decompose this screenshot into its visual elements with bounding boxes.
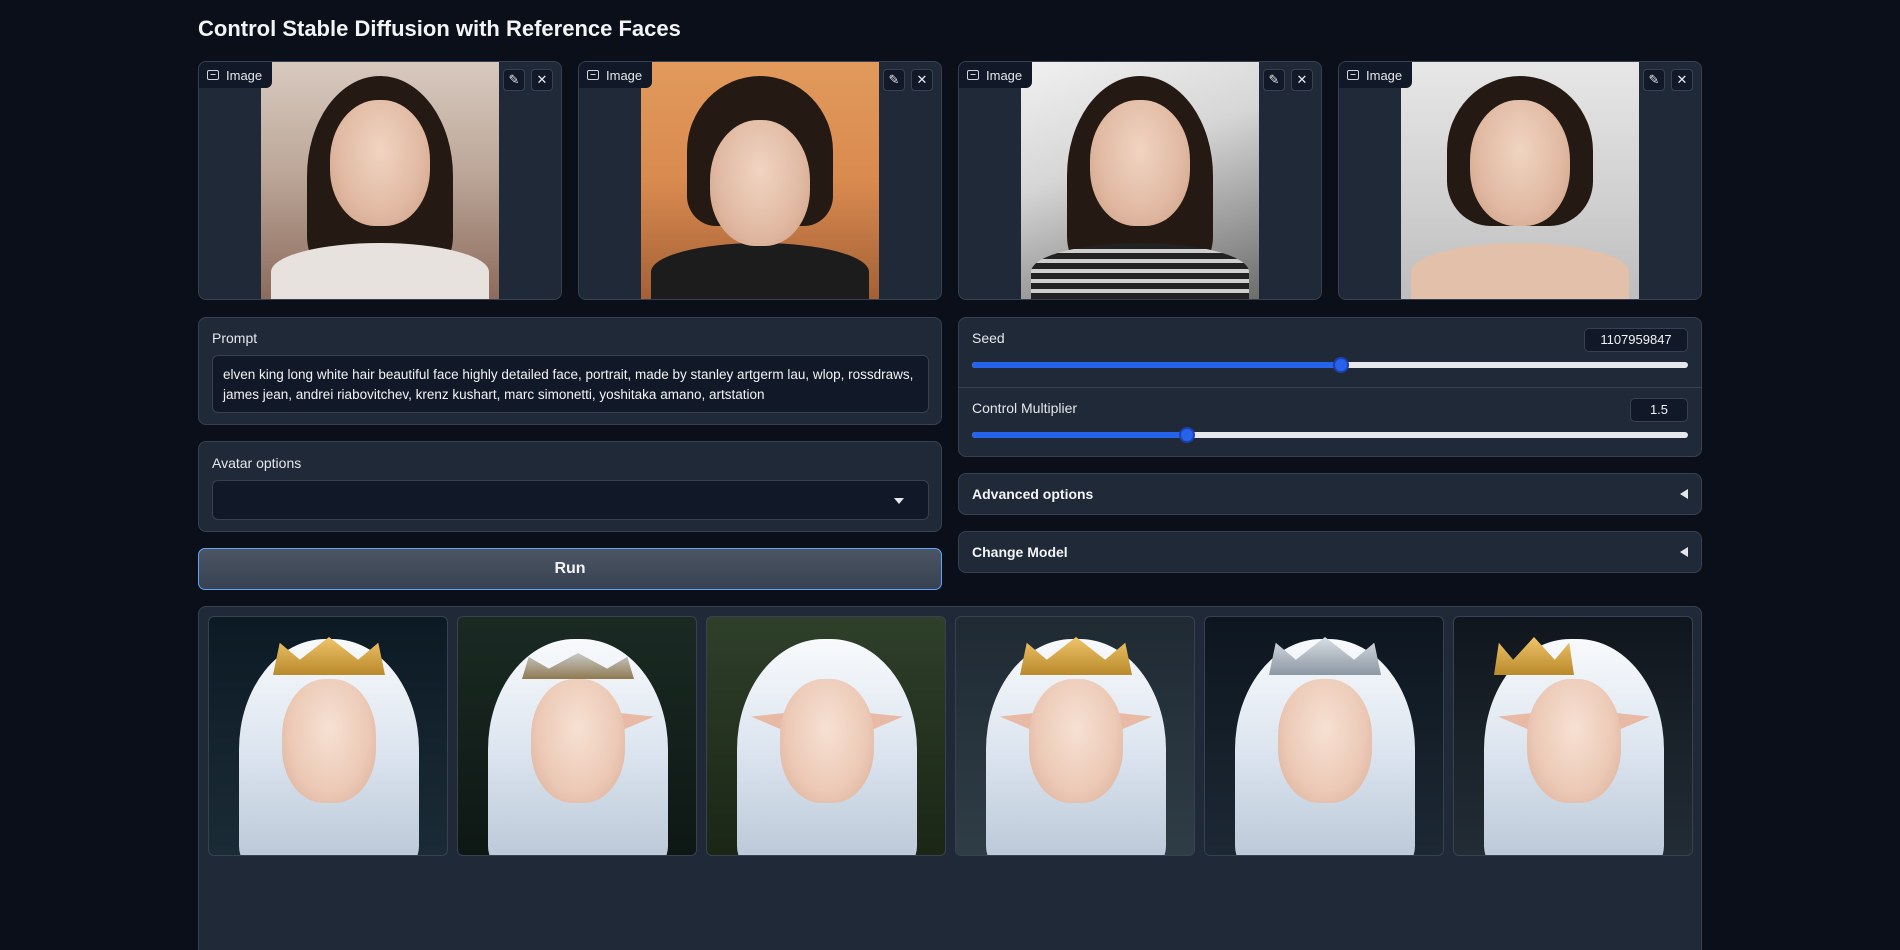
edit-icon[interactable]: ✎ bbox=[1263, 69, 1285, 91]
edit-icon[interactable]: ✎ bbox=[503, 69, 525, 91]
seed-row: Seed 1107959847 bbox=[959, 318, 1701, 388]
image-label: Image bbox=[1339, 62, 1413, 88]
image-tools: ✎ ✕ bbox=[1263, 69, 1313, 91]
crown bbox=[273, 637, 385, 675]
photo-shoulders bbox=[651, 243, 869, 299]
reference-image-2[interactable]: Image ✎ ✕ bbox=[578, 61, 942, 300]
close-icon[interactable]: ✕ bbox=[531, 69, 553, 91]
photo-face bbox=[1470, 100, 1570, 226]
gallery-image-3[interactable] bbox=[706, 616, 946, 856]
image-tools: ✎ ✕ bbox=[883, 69, 933, 91]
advanced-options-accordion[interactable]: Advanced options bbox=[958, 473, 1702, 515]
close-icon[interactable]: ✕ bbox=[1291, 69, 1313, 91]
photo-face bbox=[1090, 100, 1190, 226]
change-model-accordion[interactable]: Change Model bbox=[958, 531, 1702, 573]
photo-face bbox=[330, 100, 430, 226]
change-model-label: Change Model bbox=[972, 544, 1068, 560]
image-label: Image bbox=[199, 62, 273, 88]
image-label-text: Image bbox=[606, 67, 643, 83]
advanced-options-label: Advanced options bbox=[972, 486, 1094, 502]
image-label-text: Image bbox=[986, 67, 1023, 83]
slider-block: Seed 1107959847 Control Multiplier 1.5 bbox=[958, 317, 1702, 457]
output-gallery bbox=[198, 606, 1702, 950]
seed-input[interactable]: 1107959847 bbox=[1584, 328, 1688, 352]
seed-slider-fill bbox=[972, 362, 1342, 368]
image-icon bbox=[1347, 70, 1359, 80]
photo-shoulders bbox=[271, 243, 489, 299]
avatar-options-dropdown[interactable] bbox=[212, 480, 929, 520]
image-label: Image bbox=[959, 62, 1033, 88]
gallery-image-5[interactable] bbox=[1204, 616, 1444, 856]
elf-face bbox=[531, 679, 625, 803]
crown bbox=[1269, 637, 1381, 675]
close-icon[interactable]: ✕ bbox=[1671, 69, 1693, 91]
gallery-image-1[interactable] bbox=[208, 616, 448, 856]
elf-face bbox=[1527, 679, 1621, 803]
reference-photo bbox=[641, 62, 879, 299]
elf-face bbox=[1278, 679, 1372, 803]
run-button[interactable]: Run bbox=[198, 548, 942, 590]
seed-slider-thumb[interactable] bbox=[1333, 357, 1350, 373]
reference-photo bbox=[1021, 62, 1259, 299]
elf-face bbox=[1029, 679, 1123, 803]
prompt-input[interactable]: elven king long white hair beautiful fac… bbox=[212, 355, 929, 413]
gallery-image-4[interactable] bbox=[955, 616, 1195, 856]
control-multiplier-slider-fill bbox=[972, 432, 1187, 438]
reference-image-3[interactable]: Image ✎ ✕ bbox=[958, 61, 1322, 300]
seed-label: Seed bbox=[972, 330, 1005, 346]
image-tools: ✎ ✕ bbox=[1643, 69, 1693, 91]
control-multiplier-row: Control Multiplier 1.5 bbox=[959, 388, 1701, 458]
seed-slider[interactable] bbox=[972, 357, 1688, 373]
avatar-options-block: Avatar options bbox=[198, 441, 942, 532]
image-icon bbox=[967, 70, 979, 80]
avatar-options-label: Avatar options bbox=[212, 455, 302, 471]
crown bbox=[1020, 637, 1132, 675]
image-icon bbox=[587, 70, 599, 80]
control-multiplier-slider[interactable] bbox=[972, 427, 1688, 443]
control-multiplier-input[interactable]: 1.5 bbox=[1630, 398, 1688, 422]
gallery-image-2[interactable] bbox=[457, 616, 697, 856]
control-multiplier-label: Control Multiplier bbox=[972, 400, 1078, 416]
reference-image-4[interactable]: Image ✎ ✕ bbox=[1338, 61, 1702, 300]
image-label: Image bbox=[579, 62, 653, 88]
photo-shoulders bbox=[1031, 243, 1249, 299]
control-multiplier-slider-thumb[interactable] bbox=[1178, 427, 1195, 443]
chevron-down-icon bbox=[894, 498, 904, 504]
elf-face bbox=[780, 679, 874, 803]
photo-face bbox=[710, 120, 810, 246]
reference-photo bbox=[1401, 62, 1639, 299]
reference-image-1[interactable]: Image ✎ ✕ bbox=[198, 61, 562, 300]
close-icon[interactable]: ✕ bbox=[911, 69, 933, 91]
edit-icon[interactable]: ✎ bbox=[1643, 69, 1665, 91]
image-icon bbox=[207, 70, 219, 80]
prompt-label: Prompt bbox=[212, 330, 258, 346]
image-tools: ✎ ✕ bbox=[503, 69, 553, 91]
page-title: Control Stable Diffusion with Reference … bbox=[198, 16, 681, 41]
collapse-arrow-icon bbox=[1680, 489, 1688, 499]
photo-shoulders bbox=[1411, 243, 1629, 299]
collapse-arrow-icon bbox=[1680, 547, 1688, 557]
prompt-block: Prompt elven king long white hair beauti… bbox=[198, 317, 942, 425]
edit-icon[interactable]: ✎ bbox=[883, 69, 905, 91]
elf-face bbox=[282, 679, 376, 803]
image-label-text: Image bbox=[1366, 67, 1403, 83]
image-label-text: Image bbox=[226, 67, 263, 83]
reference-photo bbox=[261, 62, 499, 299]
gallery-image-6[interactable] bbox=[1453, 616, 1693, 856]
